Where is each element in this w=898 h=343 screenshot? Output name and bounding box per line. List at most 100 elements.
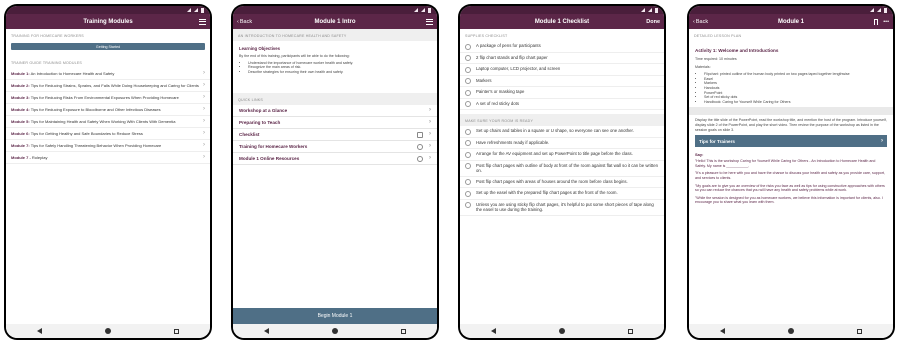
module-desc: Roleplay — [31, 155, 48, 160]
radio-circle-icon — [465, 43, 471, 50]
signal-icon — [870, 8, 874, 12]
begin-module-button[interactable]: Begin Module 1 — [233, 308, 437, 324]
tips-for-trainers-button[interactable]: Tips for Trainers › — [695, 135, 887, 148]
quick-link-workshop[interactable]: Workshop at a Glance › — [233, 105, 437, 118]
module-list-item[interactable]: Module 4: Tips for Reducing Exposure to … — [6, 104, 210, 116]
nav-recents-icon[interactable] — [400, 328, 406, 334]
quick-link-label: Workshop at a Glance — [239, 108, 288, 114]
checklist-item[interactable]: Post flip chart pages with outline of bo… — [460, 161, 664, 177]
section-header-supplies: SUPPLIES CHECKLIST — [460, 29, 664, 41]
module-list-item[interactable]: Module 5: Tips for Maintaining Health an… — [6, 116, 210, 128]
more-options-icon[interactable]: ••• — [883, 19, 889, 25]
menu-icon[interactable] — [426, 18, 433, 25]
quick-link-training[interactable]: Training for Homecare Workers › — [233, 141, 437, 154]
nav-back-icon[interactable] — [491, 328, 497, 334]
objectives-card: Learning Objectives By the end of this t… — [233, 41, 437, 79]
android-nav-bar — [460, 324, 664, 338]
module-list-item[interactable]: Module 3: Tips for Reducing Risks From E… — [6, 92, 210, 104]
radio-circle-icon — [465, 66, 471, 73]
module-name: Module 5: — [11, 119, 30, 124]
nav-home-icon[interactable] — [104, 328, 111, 334]
intro-body: AN INTRODUCTION TO HOMECARE HEALTH AND S… — [233, 29, 437, 324]
nav-recents-icon[interactable] — [856, 328, 862, 334]
nav-back-icon[interactable] — [37, 328, 43, 334]
checklist-item[interactable]: A package of pens for participants — [460, 41, 664, 53]
checklist-item-label: Set up chairs and tables in a square or … — [476, 128, 634, 133]
checklist-item[interactable]: Set up chairs and tables in a square or … — [460, 126, 664, 138]
checklist-item[interactable]: Have refreshments ready if applicable. — [460, 138, 664, 149]
globe-icon — [417, 155, 423, 162]
checklist-item[interactable]: A set of red sticky dots — [460, 99, 664, 110]
chevron-right-icon: › — [203, 94, 205, 100]
say-paragraph: "While the session is designed for you a… — [695, 195, 883, 205]
checklist-item-label: Post flip chart pages with outline of bo… — [476, 162, 658, 174]
screenshot-stage: Training Modules TRAINING FOR HOMECARE W… — [0, 0, 898, 343]
radio-circle-icon — [465, 128, 471, 135]
module-desc: Tips for Reducing Exposure to Bloodborne… — [30, 107, 161, 112]
checklist-item-label: A set of red sticky dots — [476, 100, 519, 106]
module-name: Module 6: — [11, 131, 30, 136]
section-header-intro: AN INTRODUCTION TO HOMECARE HEALTH AND S… — [233, 29, 437, 41]
app-bar: ‹ Back Module 1 Intro — [233, 14, 437, 29]
quick-link-checklist[interactable]: Checklist › — [233, 129, 437, 142]
wifi-icon — [194, 8, 198, 12]
chevron-right-icon: › — [203, 106, 205, 112]
radio-circle-icon — [465, 55, 471, 61]
back-label: Back — [239, 18, 253, 25]
checklist-item[interactable]: Arrange for the AV equipment and set up … — [460, 149, 664, 161]
checklist-item-label: 2 flip chart stands and flip chart paper — [476, 54, 548, 60]
nav-home-icon[interactable] — [331, 328, 338, 334]
checklist-item[interactable]: Markers — [460, 76, 664, 87]
checklist-item[interactable]: Set up the easel with the prepared flip … — [460, 188, 664, 200]
nav-home-icon[interactable] — [558, 328, 565, 334]
nav-back-icon[interactable] — [264, 328, 270, 334]
back-button[interactable]: ‹ Back — [693, 19, 708, 25]
quick-link-label: Training for Homecare Workers — [239, 144, 308, 150]
nav-recents-icon[interactable] — [627, 328, 633, 334]
module-desc: Tips for Reducing Risks From Environment… — [30, 95, 179, 100]
objectives-title: Learning Objectives — [239, 46, 281, 51]
nav-recents-icon[interactable] — [173, 328, 179, 334]
nav-home-icon[interactable] — [787, 328, 794, 334]
chevron-right-icon: › — [203, 130, 205, 136]
chevron-right-icon: › — [203, 70, 205, 76]
checklist-item[interactable]: Laptop computer, LCD projector, and scre… — [460, 64, 664, 76]
checklist-item[interactable]: 2 flip chart stands and flip chart paper — [460, 53, 664, 64]
signal-icon — [641, 8, 645, 12]
menu-icon[interactable] — [199, 18, 206, 25]
section-header-homecare: TRAINING FOR HOMECARE WORKERS — [6, 29, 210, 41]
chevron-left-icon: ‹ — [237, 18, 239, 25]
nav-back-icon[interactable] — [720, 328, 726, 334]
bookmark-icon[interactable] — [874, 18, 879, 25]
module-list-item[interactable]: Module 6: Tips for Getting Healthy and S… — [6, 128, 210, 140]
section-header-lesson-plan: DETAILED LESSON PLAN — [689, 29, 893, 41]
done-button[interactable]: Done — [646, 19, 660, 25]
module-desc: Tips for Reducing Strains, Sprains, and … — [30, 83, 199, 88]
checklist-item[interactable]: Post flip chart pages with areas of hous… — [460, 177, 664, 189]
lesson-body: DETAILED LESSON PLAN Activity 1: Welcome… — [689, 29, 893, 324]
back-button[interactable]: ‹ Back — [237, 19, 252, 25]
quick-link-preparing[interactable]: Preparing to Teach › — [233, 117, 437, 130]
module-list-item[interactable]: Module 7: Tips for Safely Handling Threa… — [6, 140, 210, 152]
screen-training-modules: Training Modules TRAINING FOR HOMECARE W… — [6, 6, 210, 338]
time-required: Time required: 10 minutes — [695, 57, 737, 61]
status-bar — [689, 6, 893, 14]
getting-started-button[interactable]: Getting Started — [11, 43, 205, 50]
checklist-item[interactable]: Unless you are using sticky flip chart p… — [460, 200, 664, 216]
screen-module-checklist: Module 1 Checklist Done SUPPLIES CHECKLI… — [460, 6, 664, 338]
quick-link-resources[interactable]: Module 1 Online Resources › — [233, 153, 437, 166]
list-icon — [417, 131, 423, 138]
checklist-item[interactable]: Painter's or masking tape — [460, 87, 664, 99]
checklist-item-label: Painter's or masking tape — [476, 89, 525, 94]
module-list-item[interactable]: Module 2: Tips for Reducing Strains, Spr… — [6, 80, 210, 92]
module-name: Module 7 - — [11, 155, 31, 160]
status-bar — [460, 6, 664, 14]
quick-link-label: Module 1 Online Resources — [239, 156, 300, 162]
module-list-item[interactable]: Module 1: An Introduction to Homecare He… — [6, 68, 210, 80]
module-name: Module 1: — [11, 71, 30, 76]
checklist-item-label: Laptop computer, LCD projector, and scre… — [476, 66, 561, 71]
module-list-item[interactable]: Module 7 - Roleplay › — [6, 152, 210, 164]
radio-circle-icon — [465, 78, 471, 84]
signal-icon — [187, 8, 191, 12]
phone-module-intro: ‹ Back Module 1 Intro AN INTRODUCTION TO … — [231, 4, 439, 340]
